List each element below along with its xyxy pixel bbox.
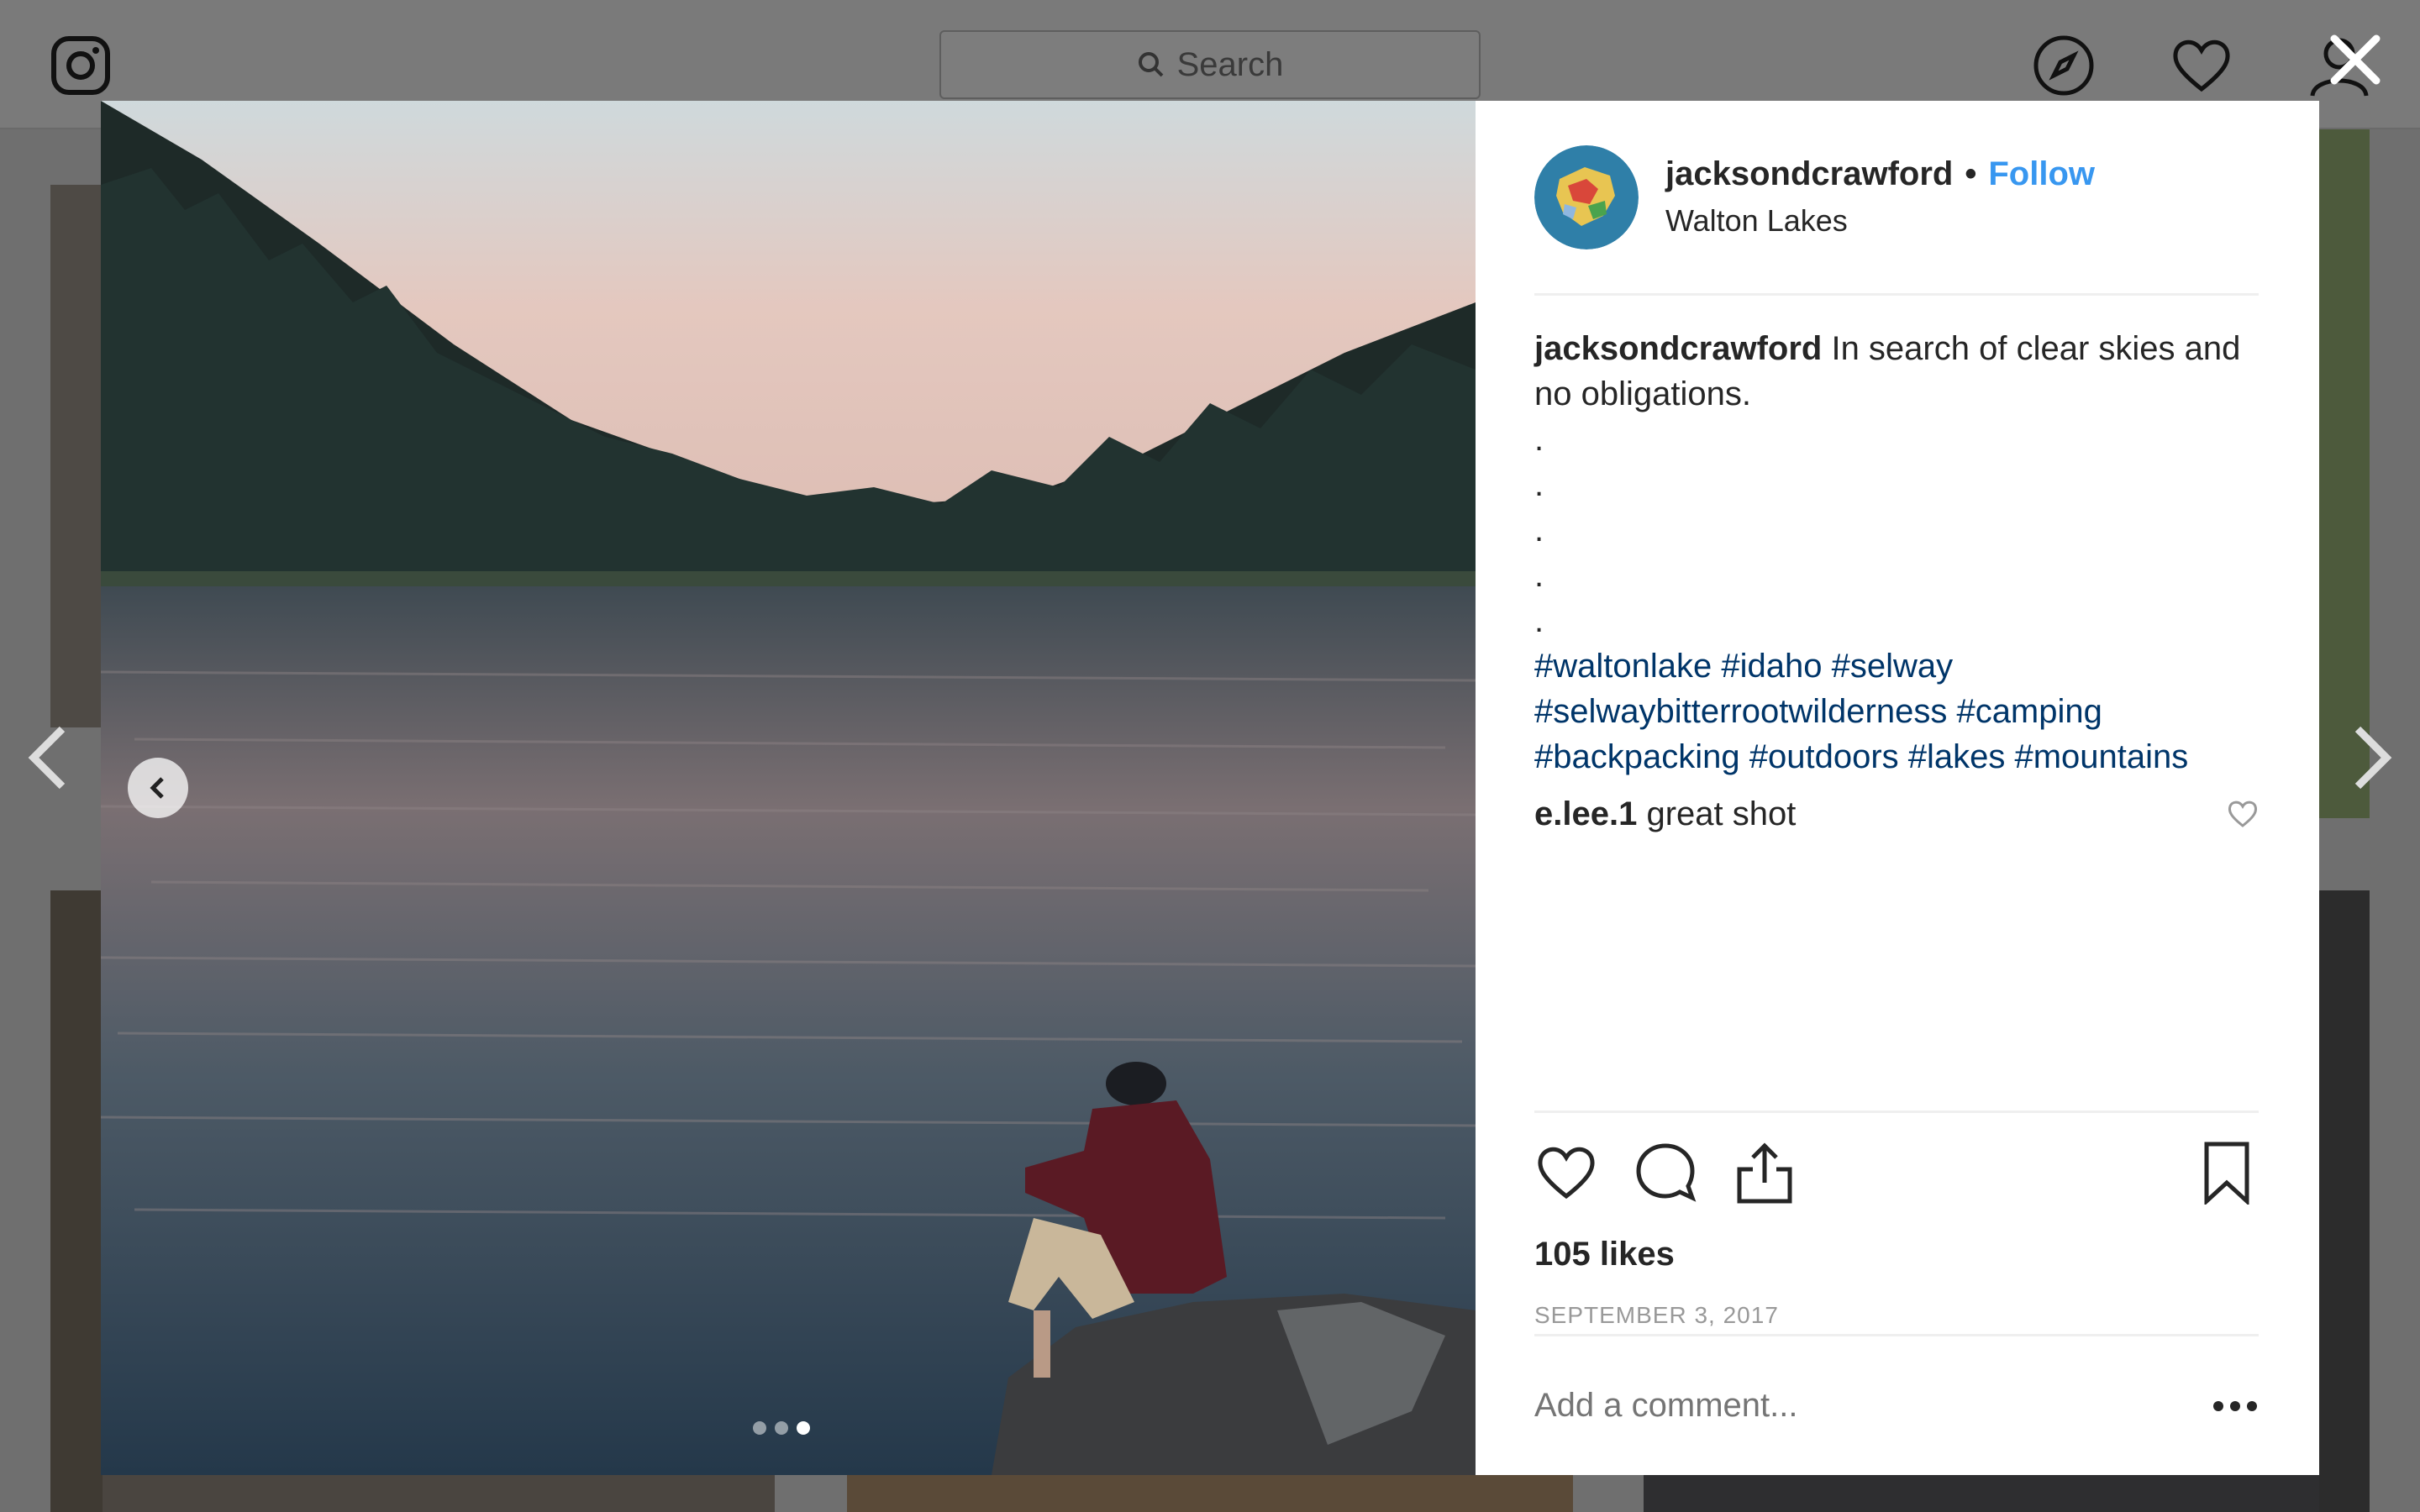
follow-button[interactable]: Follow: [1988, 155, 2095, 193]
background-post-tile: [103, 1475, 775, 1512]
hashtags-line[interactable]: #backpacking #outdoors #lakes #mountains: [1534, 734, 2259, 780]
caption-dot: .: [1534, 602, 1544, 639]
caption-dot: .: [1534, 557, 1544, 594]
caption-username[interactable]: jacksondcrawford: [1534, 330, 1822, 367]
add-comment-row: [1534, 1334, 2259, 1475]
comment-username[interactable]: e.lee.1: [1534, 795, 1637, 832]
caption-dot: .: [1534, 512, 1544, 549]
comment-bubble-icon[interactable]: [1634, 1141, 1697, 1205]
post-date: SEPTEMBER 3, 2017: [1534, 1302, 1779, 1328]
post-caption: jacksondcrawford In search of clear skie…: [1534, 296, 2259, 1189]
lake-photo-image: [101, 101, 1476, 1475]
background-post-tile: [1644, 1475, 2319, 1512]
carousel-previous-button[interactable]: [128, 758, 188, 818]
separator-dot: •: [1965, 155, 1977, 192]
instagram-logo-icon[interactable]: [50, 35, 111, 96]
post-actions: 105 likes SEPTEMBER 3, 2017: [1534, 1110, 2259, 1329]
like-heart-icon[interactable]: [1534, 1141, 1598, 1205]
previous-post-arrow-icon[interactable]: [25, 724, 72, 791]
comment-row: e.lee.1 great shot: [1534, 791, 2259, 837]
share-icon[interactable]: [1733, 1141, 1797, 1205]
post-details-panel: jacksondcrawford • Follow Walton Lakes j…: [1476, 101, 2319, 1475]
post-username[interactable]: jacksondcrawford: [1665, 155, 1953, 193]
activity-heart-icon[interactable]: [2170, 34, 2233, 97]
post-header: jacksondcrawford • Follow Walton Lakes: [1534, 101, 2259, 296]
next-post-arrow-icon[interactable]: [2348, 724, 2395, 791]
background-post-tile: [847, 1475, 1573, 1512]
background-post-tile: [2319, 890, 2370, 1512]
search-placeholder: Search: [1176, 45, 1284, 83]
caption-dot: .: [1534, 421, 1544, 458]
search-box[interactable]: Search: [939, 30, 1481, 99]
carousel-dot-active: [797, 1421, 810, 1435]
post-modal: jacksondcrawford • Follow Walton Lakes j…: [101, 101, 2319, 1475]
explore-compass-icon[interactable]: [2032, 34, 2096, 97]
carousel-dot: [753, 1421, 766, 1435]
chevron-left-icon: [150, 777, 164, 799]
close-icon[interactable]: [2326, 30, 2385, 89]
likes-count[interactable]: 105 likes: [1534, 1236, 2259, 1273]
background-post-tile: [50, 890, 103, 1512]
carousel-indicator: [753, 1421, 810, 1435]
background-post-tile: [2319, 129, 2370, 818]
post-photo: [101, 101, 1476, 1475]
more-options-icon[interactable]: [2212, 1398, 2259, 1415]
hashtags-line[interactable]: #selwaybitterrootwilderness #camping: [1534, 689, 2259, 734]
background-post-tile: [50, 185, 103, 727]
search-icon: [1138, 52, 1164, 77]
carousel-dot: [775, 1421, 788, 1435]
comment-text: great shot: [1646, 795, 1797, 832]
avatar[interactable]: [1534, 144, 1639, 249]
caption-dot: .: [1534, 466, 1544, 503]
post-location[interactable]: Walton Lakes: [1665, 203, 2095, 239]
save-bookmark-icon[interactable]: [2195, 1141, 2259, 1205]
comment-like-heart-icon[interactable]: [2227, 798, 2259, 830]
add-comment-input[interactable]: [1534, 1387, 2173, 1425]
hashtags-line[interactable]: #waltonlake #idaho #selway: [1534, 643, 2259, 689]
